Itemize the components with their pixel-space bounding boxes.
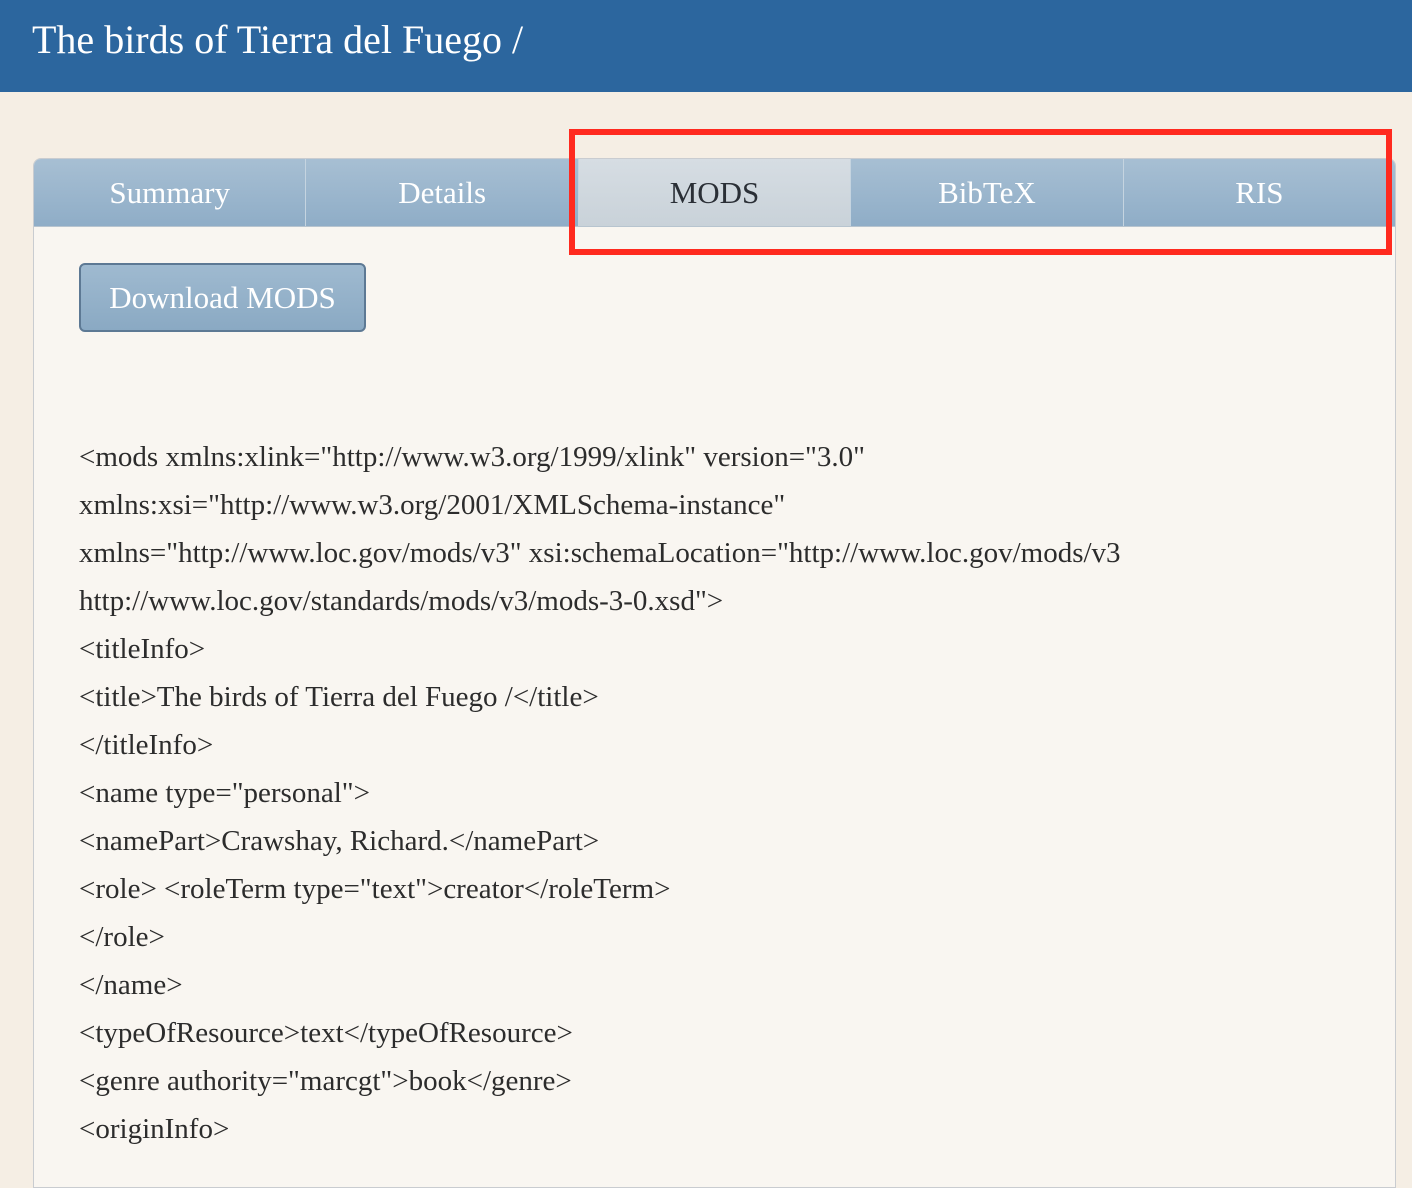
mods-line: <mods xmlns:xlink="http://www.w3.org/199… bbox=[79, 441, 865, 473]
tab-details[interactable]: Details bbox=[306, 159, 579, 226]
mods-record-text: <mods xmlns:xlink="http://www.w3.org/199… bbox=[79, 433, 1369, 1153]
tab-mods[interactable]: MODS bbox=[578, 159, 852, 226]
mods-line: <titleInfo> bbox=[79, 633, 206, 665]
page-header: The birds of Tierra del Fuego / bbox=[0, 0, 1412, 92]
tab-bar: Summary Details MODS BibTeX RIS bbox=[34, 159, 1395, 227]
mods-line: </titleInfo> bbox=[79, 729, 214, 761]
mods-line: xmlns:xsi="http://www.w3.org/2001/XMLSch… bbox=[79, 489, 786, 521]
record-panel: Summary Details MODS BibTeX RIS Download… bbox=[33, 158, 1396, 1188]
mods-line: </name> bbox=[79, 969, 183, 1001]
mods-line: <role> <roleTerm type="text">creator</ro… bbox=[79, 873, 671, 905]
download-mods-button[interactable]: Download MODS bbox=[79, 263, 366, 332]
mods-line: <title>The birds of Tierra del Fuego /</… bbox=[79, 681, 599, 713]
tab-summary[interactable]: Summary bbox=[34, 159, 307, 226]
mods-line: <namePart>Crawshay, Richard.</namePart> bbox=[79, 825, 600, 857]
tab-bibtex[interactable]: BibTeX bbox=[851, 159, 1124, 226]
mods-line: </role> bbox=[79, 921, 165, 953]
mods-line: <name type="personal"> bbox=[79, 777, 370, 809]
mods-line: <genre authority="marcgt">book</genre> bbox=[79, 1065, 572, 1097]
mods-line: <originInfo> bbox=[79, 1113, 230, 1145]
mods-line: http://www.loc.gov/standards/mods/v3/mod… bbox=[79, 585, 724, 617]
mods-line: xmlns="http://www.loc.gov/mods/v3" xsi:s… bbox=[79, 537, 1121, 569]
tab-ris[interactable]: RIS bbox=[1124, 159, 1395, 226]
mods-line: <typeOfResource>text</typeOfResource> bbox=[79, 1017, 573, 1049]
page-title: The birds of Tierra del Fuego / bbox=[32, 17, 524, 62]
